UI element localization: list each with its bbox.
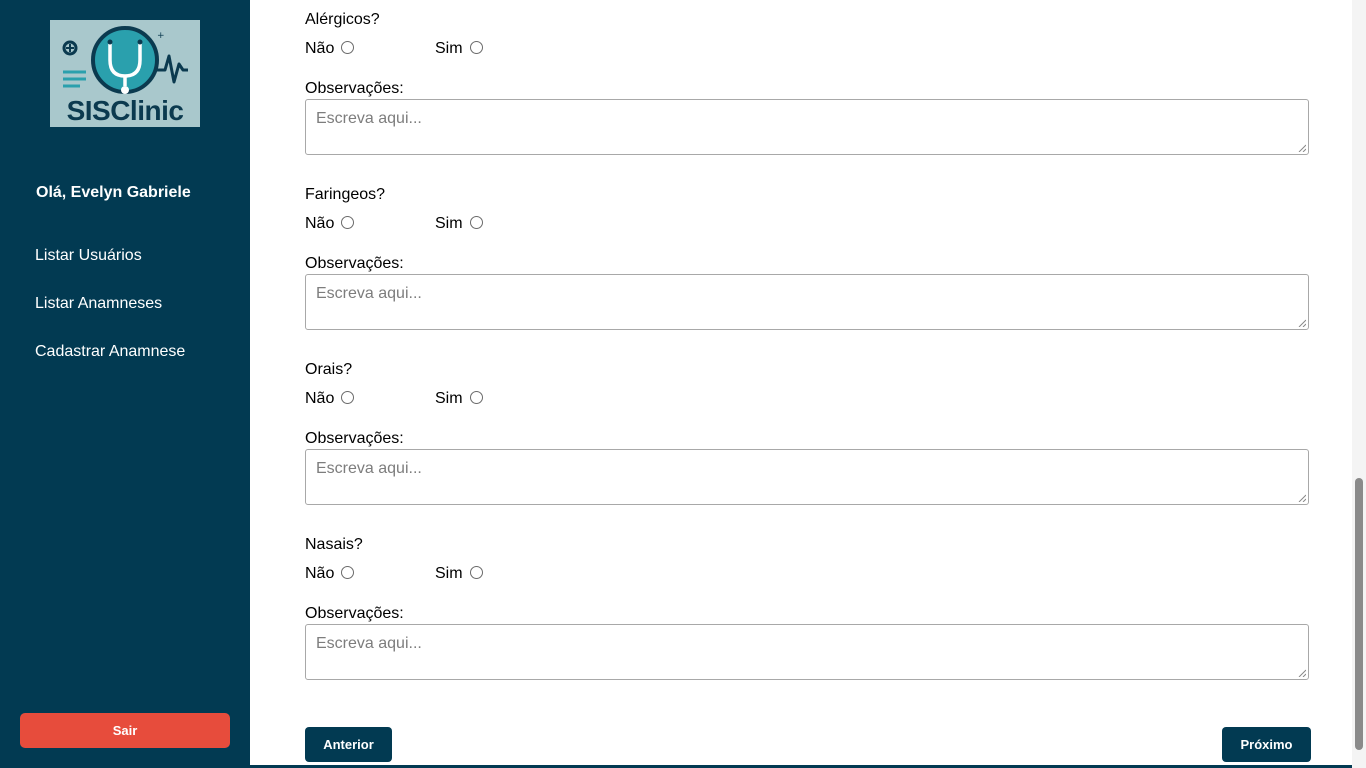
observations-label: Observações: — [305, 255, 404, 272]
textarea-placeholder: Escreva aqui... — [316, 635, 422, 652]
logo-text: SISClinic — [66, 95, 184, 126]
radio-group: Não Sim — [305, 565, 605, 587]
observations-textarea[interactable]: Escreva aqui... — [305, 449, 1309, 505]
question-label: Faringeos? — [305, 186, 386, 203]
radio-yes[interactable] — [469, 215, 483, 229]
sisclinic-logo: + SISClinic — [50, 20, 200, 127]
question-label: Nasais? — [305, 536, 363, 553]
radio-no[interactable] — [341, 215, 355, 229]
radio-no-label: Não — [305, 390, 335, 407]
observations-textarea[interactable]: Escreva aqui... — [305, 274, 1309, 330]
radio-group: Não Sim — [305, 40, 605, 62]
resize-grip-icon[interactable] — [1298, 144, 1306, 152]
question-label: Orais? — [305, 361, 353, 378]
radio-no[interactable] — [341, 40, 355, 54]
radio-yes[interactable] — [469, 390, 483, 404]
radio-yes-label: Sim — [435, 215, 463, 232]
radio-no-label: Não — [305, 565, 335, 582]
radio-yes-label: Sim — [435, 40, 463, 57]
anamnese-form: Alérgicos? Não Sim Observações: Escreva … — [250, 0, 1352, 768]
scrollbar-thumb[interactable] — [1355, 478, 1363, 750]
radio-yes-label: Sim — [435, 390, 463, 407]
textarea-placeholder: Escreva aqui... — [316, 110, 422, 127]
next-button[interactable]: Próximo — [1222, 727, 1311, 762]
vertical-scrollbar[interactable] — [1352, 0, 1366, 768]
textarea-placeholder: Escreva aqui... — [316, 460, 422, 477]
resize-grip-icon[interactable] — [1298, 669, 1306, 677]
nav-list-users[interactable]: Listar Usuários — [35, 247, 142, 265]
user-greeting: Olá, Evelyn Gabriele — [36, 184, 191, 201]
question-label: Alérgicos? — [305, 11, 380, 28]
textarea-placeholder: Escreva aqui... — [316, 285, 422, 302]
radio-no[interactable] — [341, 390, 355, 404]
previous-button[interactable]: Anterior — [305, 727, 392, 762]
radio-option-no[interactable]: Não — [305, 390, 355, 408]
radio-option-yes[interactable]: Sim — [435, 390, 483, 408]
nav-list-anamneses[interactable]: Listar Anamneses — [35, 295, 162, 313]
observations-label: Observações: — [305, 80, 404, 97]
observations-textarea[interactable]: Escreva aqui... — [305, 624, 1309, 680]
resize-grip-icon[interactable] — [1298, 494, 1306, 502]
logout-button[interactable]: Sair — [20, 713, 230, 748]
radio-option-no[interactable]: Não — [305, 215, 355, 233]
observations-label: Observações: — [305, 430, 404, 447]
radio-option-no[interactable]: Não — [305, 565, 355, 583]
radio-option-yes[interactable]: Sim — [435, 565, 483, 583]
resize-grip-icon[interactable] — [1298, 319, 1306, 327]
radio-no[interactable] — [341, 565, 355, 579]
nav-register-anamnese[interactable]: Cadastrar Anamnese — [35, 343, 185, 361]
radio-no-label: Não — [305, 40, 335, 57]
radio-group: Não Sim — [305, 390, 605, 412]
radio-group: Não Sim — [305, 215, 605, 237]
stethoscope-heartbeat-icon: + — [62, 26, 188, 94]
radio-yes-label: Sim — [435, 565, 463, 582]
radio-option-yes[interactable]: Sim — [435, 215, 483, 233]
observations-label: Observações: — [305, 605, 404, 622]
radio-option-no[interactable]: Não — [305, 40, 355, 58]
observations-textarea[interactable]: Escreva aqui... — [305, 99, 1309, 155]
radio-yes[interactable] — [469, 40, 483, 54]
svg-text:+: + — [157, 31, 165, 41]
radio-option-yes[interactable]: Sim — [435, 40, 483, 58]
radio-yes[interactable] — [469, 565, 483, 579]
sidebar: + SISClinic Olá, Evelyn Gabriele Listar … — [0, 0, 250, 768]
radio-no-label: Não — [305, 215, 335, 232]
